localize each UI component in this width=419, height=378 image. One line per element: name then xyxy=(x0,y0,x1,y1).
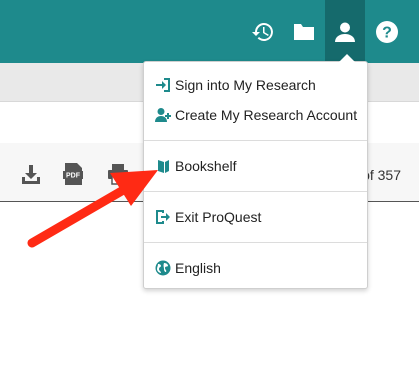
annotation-arrow xyxy=(27,170,158,248)
